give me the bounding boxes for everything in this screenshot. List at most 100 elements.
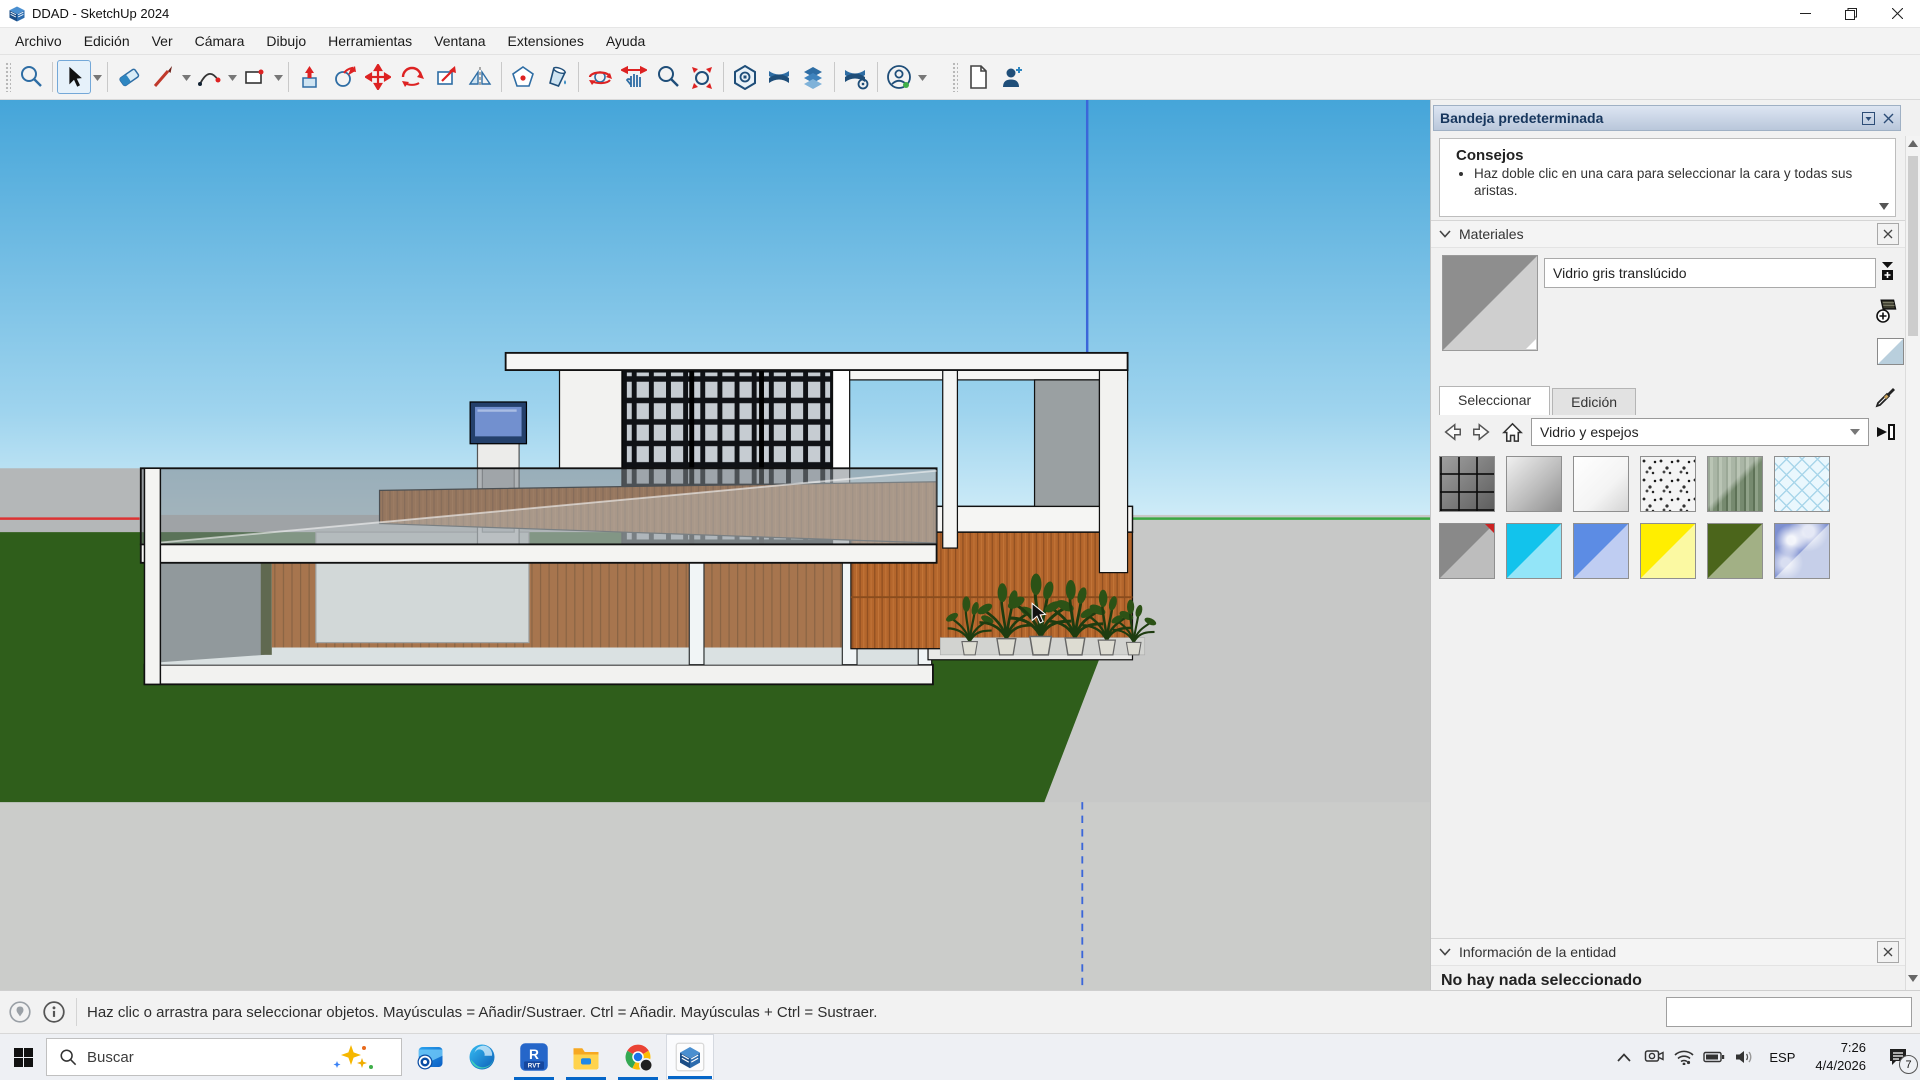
menu-ver[interactable]: Ver [141,28,184,54]
tray-close-icon[interactable] [1883,113,1894,124]
material-preview-thumbnail[interactable] [1442,255,1538,351]
language-indicator[interactable]: ESP [1759,1050,1805,1065]
tray-scrollbar[interactable] [1905,136,1920,990]
menu-herramientas[interactable]: Herramientas [317,28,423,54]
arc-tool-caret[interactable] [226,60,238,94]
volume-icon[interactable] [1729,1034,1759,1080]
taskbar-app-sketchup[interactable] [666,1034,714,1080]
swatch-obscure-speckle[interactable] [1640,456,1696,512]
swatch-translucent-blue[interactable] [1573,523,1629,579]
geolocation-icon[interactable] [8,1000,32,1024]
rectangle-tool[interactable] [238,60,272,94]
menu-dibujo[interactable]: Dibujo [255,28,317,54]
select-tool-caret[interactable] [91,60,103,94]
meet-now-icon[interactable] [1639,1034,1669,1080]
search-highlights-sparkle-icon[interactable] [331,1044,375,1070]
sample-paint-eyedropper-icon[interactable] [1873,386,1897,410]
menu-camara[interactable]: Cámara [184,28,256,54]
menu-extensiones[interactable]: Extensiones [497,28,595,54]
wifi-icon[interactable] [1669,1034,1699,1080]
tray-chevron-up-icon[interactable] [1609,1034,1639,1080]
swatch-translucent-yellow[interactable] [1640,523,1696,579]
taskbar-app-chrome[interactable] [614,1034,662,1080]
account-tool[interactable] [882,60,916,94]
zoom-window-tool[interactable] [14,60,48,94]
rotate-tool[interactable] [395,60,429,94]
default-material-swatch[interactable] [1877,338,1904,365]
zoom-extents-tool[interactable] [685,60,719,94]
line-tool[interactable] [146,60,180,94]
flip-along-tool[interactable] [463,60,497,94]
scroll-down-icon[interactable] [1908,975,1918,982]
forward-arrow-icon[interactable] [1469,419,1495,445]
start-button[interactable] [0,1034,46,1080]
chevron-down-icon[interactable] [1439,948,1451,956]
details-arrow-icon[interactable] [1873,419,1899,445]
move-tool[interactable] [361,60,395,94]
zoom-tool[interactable] [651,60,685,94]
entity-info-close-button[interactable] [1877,941,1899,963]
orbit-tool[interactable] [583,60,617,94]
action-center-button[interactable]: 7 [1876,1034,1920,1080]
swatch-translucent-white[interactable] [1573,456,1629,512]
share-model-tool[interactable] [796,60,830,94]
materials-close-button[interactable] [1877,223,1899,245]
entity-info-section-header[interactable]: Información de la entidad [1431,938,1907,966]
battery-icon[interactable] [1699,1034,1729,1080]
measurements-input[interactable] [1666,997,1912,1027]
chevron-down-icon[interactable] [1439,230,1451,238]
offset-tool[interactable] [506,60,540,94]
line-tool-caret[interactable] [180,60,192,94]
tray-header[interactable]: Bandeja predeterminada [1433,105,1901,131]
toolbar-grip[interactable] [5,62,11,92]
share-component-tool[interactable] [839,60,873,94]
taskbar-app-revit[interactable]: R RVT [510,1034,558,1080]
new-document-tool[interactable] [961,60,995,94]
rectangle-tool-caret[interactable] [272,60,284,94]
menu-ayuda[interactable]: Ayuda [595,28,656,54]
tray-menu-icon[interactable] [1862,112,1875,125]
minimize-button[interactable] [1782,0,1828,27]
swatch-sky-clouds[interactable] [1774,523,1830,579]
menu-archivo[interactable]: Archivo [4,28,73,54]
create-material-button[interactable] [1875,296,1901,324]
arc-tool[interactable] [192,60,226,94]
swatch-corrugated-green[interactable] [1707,456,1763,512]
eraser-tool[interactable] [112,60,146,94]
menu-edicion[interactable]: Edición [73,28,141,54]
home-icon[interactable] [1499,419,1525,445]
scale-tool[interactable] [429,60,463,94]
scrollbar-thumb[interactable] [1908,156,1918,336]
close-button[interactable] [1874,0,1920,27]
collection-dropdown[interactable]: Vidrio y espejos [1531,418,1869,446]
toolbar-grip[interactable] [952,62,958,92]
menu-ventana[interactable]: Ventana [423,28,496,54]
material-name-field[interactable]: Vidrio gris translúcido [1544,258,1876,288]
swatch-gray-translucent-selected[interactable] [1439,523,1495,579]
3d-warehouse-tool[interactable] [762,60,796,94]
tab-edicion[interactable]: Edición [1552,388,1636,415]
add-collaborator-tool[interactable] [995,60,1029,94]
taskbar-clock[interactable]: 7:26 4/4/2026 [1805,1039,1876,1074]
taskbar-app-outlook[interactable] [406,1034,454,1080]
tab-seleccionar[interactable]: Seleccionar [1439,386,1550,415]
swatch-glass-blocks[interactable] [1439,456,1495,512]
paint-bucket-tool[interactable] [540,60,574,94]
account-tool-caret[interactable] [916,60,928,94]
taskbar-app-file-explorer[interactable] [562,1034,610,1080]
taskbar-search-box[interactable]: Buscar [46,1038,402,1076]
follow-me-tool[interactable] [327,60,361,94]
taskbar-app-edge[interactable] [458,1034,506,1080]
restore-button[interactable] [1828,0,1874,27]
materials-section-header[interactable]: Materiales [1431,220,1907,248]
scroll-up-icon[interactable] [1908,140,1918,147]
extension-warehouse-tool[interactable] [728,60,762,94]
swatch-translucent-cyan[interactable] [1506,523,1562,579]
select-tool[interactable] [57,60,91,94]
push-pull-tool[interactable] [293,60,327,94]
pan-tool[interactable] [617,60,651,94]
swatch-mirror-gray[interactable] [1506,456,1562,512]
info-icon[interactable] [42,1000,66,1024]
swatch-translucent-olive[interactable] [1707,523,1763,579]
secondary-pane-button[interactable] [1879,260,1896,282]
